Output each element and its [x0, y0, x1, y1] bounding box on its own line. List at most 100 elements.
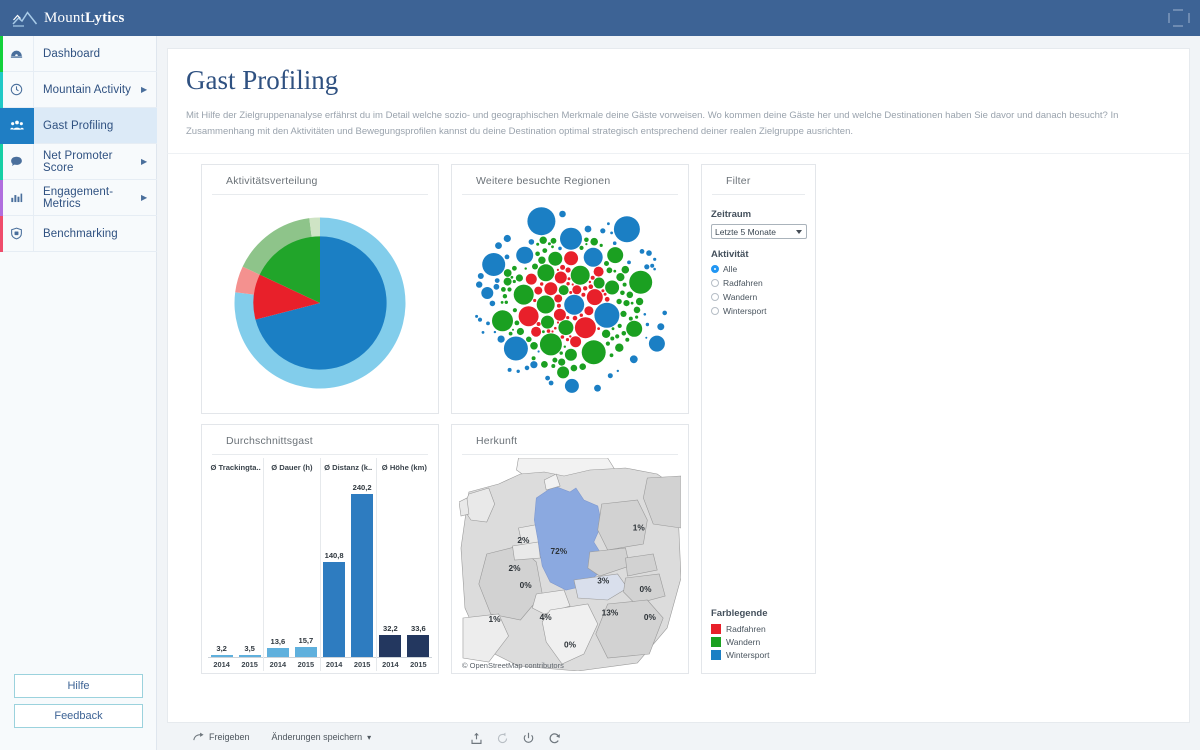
- radio-option-wintersport[interactable]: Wintersport: [711, 306, 806, 316]
- main-content: Gast Profiling Mit Hilfe der Zielgruppen…: [157, 36, 1200, 750]
- bar-group: Ø Dauer (h) 13,6 15,7 2014 2015: [264, 458, 321, 672]
- bar-column[interactable]: 3,5: [238, 478, 261, 658]
- share-arrow-icon: [193, 733, 204, 741]
- bubble-wandern-small: [501, 287, 506, 293]
- bubble-wintersport-small: [493, 331, 497, 334]
- bubble-radfahren-small: [572, 316, 578, 321]
- page-header: Gast Profiling Mit Hilfe der Zielgruppen…: [167, 48, 1190, 154]
- refresh-icon[interactable]: [548, 732, 561, 745]
- bar-rect[interactable]: [379, 635, 402, 658]
- bubble-wandern-small: [617, 324, 622, 329]
- bar-group-plot: 32,2 33,6: [377, 478, 432, 658]
- bubble-wintersport: [564, 379, 579, 394]
- bar-column[interactable]: 13,6: [266, 478, 289, 658]
- window-resize-control[interactable]: [1168, 9, 1190, 27]
- sidebar-item-net-promoter-score[interactable]: Net Promoter Score ▶: [0, 143, 157, 180]
- origin-map[interactable]: 2% 2% 0% 72% 1% 3% 0% 13% 0% 4% 1% 0% © OpenStreetM…: [452, 458, 688, 672]
- help-button[interactable]: Hilfe: [14, 674, 143, 698]
- bubble-wintersport-small: [629, 355, 638, 364]
- radio-button[interactable]: [711, 279, 719, 288]
- radio-option-alle[interactable]: Alle: [711, 264, 806, 274]
- bar-chart-groups: Ø Trackingta.. 3,2 3,5 2014 2015 Ø Dauer (h) 1…: [208, 458, 432, 672]
- bar-column[interactable]: 32,2: [379, 478, 402, 658]
- bar-chart[interactable]: Ø Trackingta.. 3,2 3,5 2014 2015 Ø Dauer (h) 1…: [202, 458, 438, 672]
- bubble-wintersport-small: [486, 321, 490, 326]
- bubble-wandern-small: [579, 246, 584, 251]
- bubble-wandern-small: [516, 328, 524, 336]
- share-button[interactable]: Freigeben: [193, 732, 250, 742]
- sidebar-item-mountain-activity[interactable]: Mountain Activity ▶: [0, 71, 157, 108]
- bubble-wandern-small: [503, 269, 512, 278]
- bubble-wintersport: [613, 216, 640, 243]
- bar-column[interactable]: 140,8: [323, 478, 346, 658]
- bubble-wandern-small: [559, 351, 563, 356]
- panel-activity-title: Aktivitätsverteilung: [212, 165, 428, 196]
- bubble-radfahren-small: [588, 281, 592, 284]
- bubble-wandern-small: [507, 287, 512, 292]
- sidebar-accent-bar: [0, 216, 3, 252]
- bubble-radfahren: [531, 327, 542, 338]
- bubble-wandern-small: [514, 320, 520, 326]
- sidebar-item-engagement-metrics[interactable]: Engagement-Metrics ▶: [0, 179, 157, 216]
- sidebar-item-benchmarking[interactable]: Benchmarking: [0, 215, 157, 252]
- bubble-wandern-small: [512, 308, 517, 313]
- bubble-wandern-small: [610, 336, 615, 341]
- sidebar-footer: Hilfe Feedback: [0, 674, 157, 734]
- bubble-wintersport-small: [516, 369, 520, 374]
- radio-button[interactable]: [711, 307, 719, 316]
- bubble-wandern-small: [512, 329, 514, 332]
- zeitraum-select[interactable]: Letzte 5 Monate: [711, 224, 807, 240]
- bar-value-label: 140,8: [324, 550, 344, 560]
- panel-origin-title: Herkunft: [462, 425, 678, 456]
- bubble-wandern-small: [539, 236, 547, 245]
- bubble-wandern-small: [605, 341, 610, 347]
- export-icon[interactable]: [470, 732, 483, 745]
- bar-column[interactable]: 240,2: [351, 478, 374, 658]
- bubble-wintersport-small: [476, 281, 483, 289]
- bar-column[interactable]: 33,6: [407, 478, 430, 658]
- bar-column[interactable]: 15,7: [294, 478, 317, 658]
- bubble-wandern: [581, 340, 606, 365]
- legend-item-wintersport: Wintersport: [711, 650, 811, 661]
- bar-rect[interactable]: [323, 561, 346, 658]
- bar-axis-ticks: 2014 2015: [376, 657, 432, 671]
- undo-icon[interactable]: [496, 732, 509, 745]
- map-region-label: 1%: [488, 614, 501, 624]
- map-canvas[interactable]: 2% 2% 0% 72% 1% 3% 0% 13% 0% 4% 1% 0% © OpenStreetM…: [459, 458, 681, 672]
- save-changes-button[interactable]: Änderungen speichern ▾: [272, 732, 372, 742]
- bubble-wandern-small: [620, 290, 625, 296]
- bar-rect[interactable]: [294, 646, 317, 658]
- bubble-wintersport-small: [524, 365, 530, 371]
- bubble-wandern-small: [609, 353, 614, 358]
- bubble-radfahren: [553, 309, 566, 322]
- bubble-radfahren-small: [554, 327, 557, 330]
- radio-option-wandern[interactable]: Wandern: [711, 292, 806, 302]
- donut-chart[interactable]: [202, 195, 438, 410]
- bubble-chart-svg: [475, 207, 667, 394]
- radio-option-radfahren[interactable]: Radfahren: [711, 278, 806, 288]
- bubble-chart[interactable]: [452, 195, 688, 415]
- feedback-button[interactable]: Feedback: [14, 704, 143, 728]
- bubble-radfahren-small: [597, 327, 600, 331]
- sidebar-item-label: Engagement-Metrics: [43, 185, 114, 210]
- filter-body: Zeitraum Letzte 5 Monate Aktivität Alle R…: [702, 195, 815, 316]
- power-icon[interactable]: [522, 732, 535, 745]
- bar-rect[interactable]: [266, 648, 289, 658]
- bubble-wandern-small: [625, 338, 630, 343]
- bar-rect[interactable]: [407, 634, 430, 658]
- bubble-wandern: [541, 315, 554, 329]
- radio-button[interactable]: [711, 293, 719, 302]
- bubble-wandern-small: [512, 280, 516, 284]
- bar-column[interactable]: 3,2: [210, 478, 233, 658]
- radio-button[interactable]: [711, 265, 719, 274]
- bubble-wintersport: [594, 303, 620, 329]
- sidebar-item-dashboard[interactable]: Dashboard: [0, 35, 157, 72]
- panel-regions-title: Weitere besuchte Regionen: [462, 165, 678, 196]
- sidebar-item-gast-profiling[interactable]: Gast Profiling: [0, 107, 157, 144]
- bar-rect[interactable]: [351, 494, 374, 658]
- bubble-wintersport-small: [558, 246, 562, 251]
- brand-prefix: Mount: [44, 9, 86, 26]
- bubble-wandern-small: [515, 274, 523, 282]
- brand[interactable]: MountLytics: [0, 0, 157, 36]
- panel-average-guest: Durchschnittsgast Ø Trackingta.. 3,2 3,5 20…: [201, 424, 439, 675]
